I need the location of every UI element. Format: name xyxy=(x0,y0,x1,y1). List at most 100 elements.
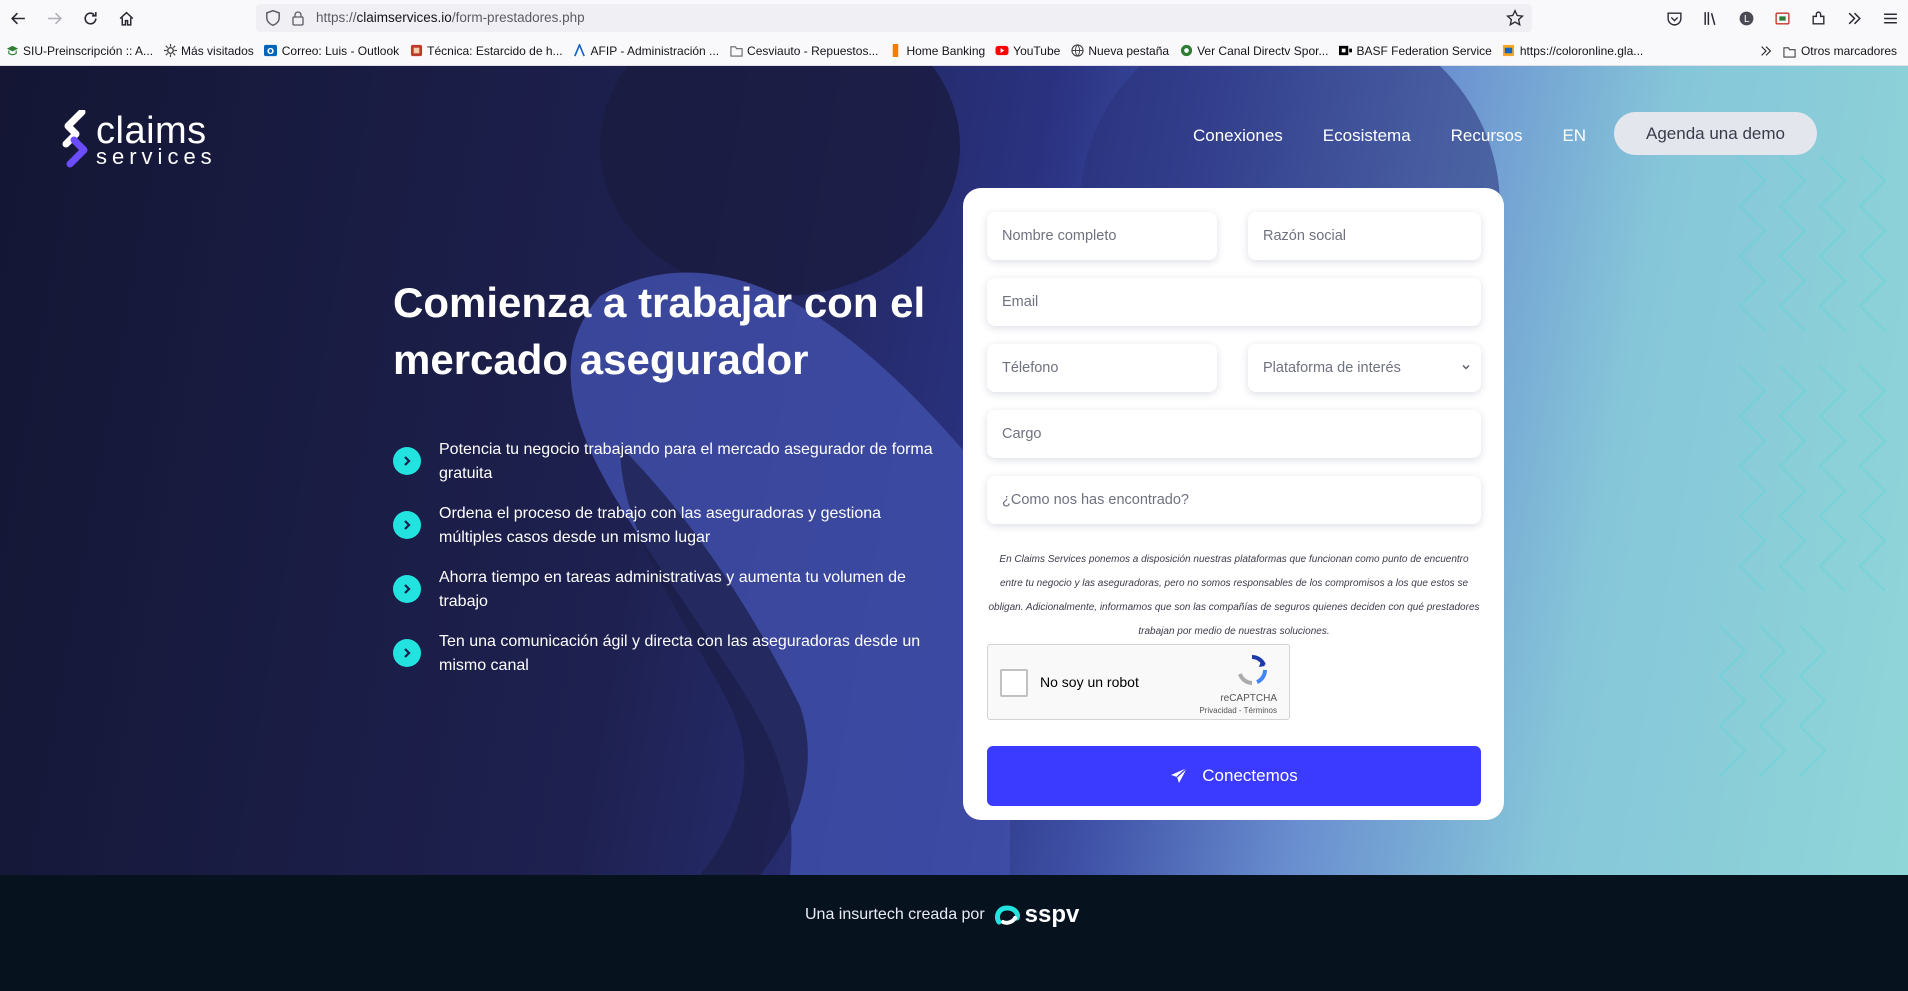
forward-icon[interactable] xyxy=(36,0,72,36)
bookmark-6[interactable]: Home Banking xyxy=(883,36,990,66)
bookmark-label: Ver Canal Directv Spor... xyxy=(1197,43,1329,58)
page-icon xyxy=(1502,44,1516,58)
benefit-item: Potencia tu negocio trabajando para el m… xyxy=(393,438,953,486)
graduation-icon xyxy=(5,44,19,58)
phone-field[interactable]: Télefono xyxy=(987,344,1217,392)
schedule-demo-button[interactable]: Agenda una demo xyxy=(1614,112,1817,155)
bookmarks-overflow-icon[interactable] xyxy=(1754,36,1778,66)
platform-select-value: Plataforma de interés xyxy=(1263,360,1401,376)
browser-right-tools: L xyxy=(1656,0,1908,36)
globe-icon xyxy=(1070,44,1084,58)
company-name-field[interactable]: Razón social xyxy=(1248,212,1481,260)
overflow-chevrons-icon[interactable] xyxy=(1836,0,1872,36)
svg-text:O: O xyxy=(267,46,274,56)
chevron-right-icon xyxy=(393,511,421,539)
logo-mark-icon xyxy=(62,110,88,168)
sspv-logo[interactable]: sspv xyxy=(993,901,1080,929)
footer-made-by: Una insurtech creada por xyxy=(805,906,985,923)
bookmark-label: BASF Federation Service xyxy=(1356,43,1492,58)
bookmark-11[interactable]: https://coloronline.gla... xyxy=(1497,36,1648,66)
nav-conexiones[interactable]: Conexiones xyxy=(1193,126,1283,146)
library-icon[interactable] xyxy=(1692,0,1728,36)
referral-source-field[interactable]: ¿Como nos has encontrado? xyxy=(987,476,1481,524)
main-nav: Conexiones Ecosistema Recursos EN xyxy=(1193,126,1626,146)
submit-label: Conectemos xyxy=(1202,766,1298,785)
email-field[interactable]: Email xyxy=(987,278,1481,326)
bookmark-label: Más visitados xyxy=(181,43,254,58)
bookmark-10[interactable]: BASF Federation Service xyxy=(1333,36,1496,66)
folder-icon xyxy=(1783,44,1797,58)
afip-icon xyxy=(573,44,587,58)
bookmark-label: SIU-Preinscripción :: A... xyxy=(23,43,154,58)
recaptcha-widget: No soy un robot reCAPTCHA Privacidad - T… xyxy=(987,644,1290,720)
recaptcha-checkbox[interactable] xyxy=(1000,669,1028,697)
chevron-right-icon xyxy=(393,575,421,603)
extensions-icon[interactable] xyxy=(1800,0,1836,36)
gear-icon xyxy=(163,44,177,58)
footer-credit: Una insurtech creada por sspv xyxy=(805,901,1079,929)
nav-recursos[interactable]: Recursos xyxy=(1451,126,1523,146)
contact-form-card: Nombre completo Razón social Email Télef… xyxy=(963,188,1504,820)
tracking-shield-icon[interactable] xyxy=(264,9,282,27)
bookmark-3[interactable]: Técnica: Estarcido de h... xyxy=(404,36,567,66)
bookmark-label: YouTube xyxy=(1013,43,1061,58)
bookmark-label: Técnica: Estarcido de h... xyxy=(427,43,563,58)
nav-ecosistema[interactable]: Ecosistema xyxy=(1323,126,1411,146)
hero-section: claims services Conexiones Ecosistema Re… xyxy=(0,66,1908,875)
basf-icon xyxy=(1338,44,1352,58)
benefit-text: Potencia tu negocio trabajando para el m… xyxy=(439,441,933,482)
account-icon[interactable]: L xyxy=(1728,0,1764,36)
full-name-field[interactable]: Nombre completo xyxy=(987,212,1217,260)
bookmark-1[interactable]: Más visitados xyxy=(158,36,259,66)
benefit-item: Ten una comunicación ágil y directa con … xyxy=(393,630,953,678)
bookmark-label: Correo: Luis - Outlook xyxy=(281,43,400,58)
bookmark-label: Nueva pestaña xyxy=(1088,43,1170,58)
url-prefix: https:// xyxy=(316,10,357,25)
bookmark-0[interactable]: SIU-Preinscripción :: A... xyxy=(0,36,158,66)
chevron-right-icon xyxy=(393,447,421,475)
logo-text: claims services xyxy=(96,112,217,168)
other-bookmarks[interactable]: Otros marcadores xyxy=(1778,36,1902,66)
other-bookmarks-label: Otros marcadores xyxy=(1800,44,1897,58)
back-icon[interactable] xyxy=(0,0,36,36)
bookmark-9[interactable]: Ver Canal Directv Spor... xyxy=(1174,36,1333,66)
platform-select[interactable]: Plataforma de interés xyxy=(1248,344,1481,392)
bookmarks-right: Otros marcadores xyxy=(1754,36,1902,66)
page-icon xyxy=(409,44,423,58)
url-domain: claimservices.io xyxy=(356,10,452,25)
bookmark-8[interactable]: Nueva pestaña xyxy=(1065,36,1174,66)
svg-text:L: L xyxy=(1743,14,1749,25)
url-text[interactable]: https://claimservices.io/form-prestadore… xyxy=(316,10,585,25)
benefit-item: Ordena el proceso de trabajo con las ase… xyxy=(393,502,953,550)
background-shapes xyxy=(570,66,1887,875)
role-field[interactable]: Cargo xyxy=(987,410,1481,458)
sspv-brand: sspv xyxy=(1024,901,1080,928)
bookmark-star-icon[interactable] xyxy=(1506,9,1524,27)
outlook-icon: O xyxy=(264,44,278,58)
reload-icon[interactable] xyxy=(72,0,108,36)
recaptcha-links[interactable]: Privacidad - Términos xyxy=(1199,706,1277,715)
url-path: /form-prestadores.php xyxy=(451,10,585,25)
url-bar[interactable]: https://claimservices.io/form-prestadore… xyxy=(256,4,1532,32)
bookmark-7[interactable]: YouTube xyxy=(990,36,1065,66)
benefits-list: Potencia tu negocio trabajando para el m… xyxy=(393,438,953,694)
pocket-icon[interactable] xyxy=(1656,0,1692,36)
claims-services-logo[interactable]: claims services xyxy=(62,110,217,170)
submit-button[interactable]: Conectemos xyxy=(987,746,1481,806)
chevron-right-icon xyxy=(393,639,421,667)
soccer-icon xyxy=(1179,44,1193,58)
bookmark-5[interactable]: Cesviauto - Repuestos... xyxy=(724,36,883,66)
sspv-mark-icon xyxy=(994,905,1020,925)
benefit-text: Ahorra tiempo en tareas administrativas … xyxy=(439,569,906,610)
hamburger-menu-icon[interactable] xyxy=(1872,0,1908,36)
extension-screenshot-icon[interactable] xyxy=(1764,0,1800,36)
lock-icon[interactable] xyxy=(290,9,306,27)
nav-language-en[interactable]: EN xyxy=(1562,126,1586,146)
bookmark-label: https://coloronline.gla... xyxy=(1519,43,1644,58)
chevron-down-icon xyxy=(1462,365,1470,370)
bookmark-label: AFIP - Administración ... xyxy=(590,43,720,58)
bookmark-label: Cesviauto - Repuestos... xyxy=(747,43,879,58)
bookmark-4[interactable]: AFIP - Administración ... xyxy=(568,36,725,66)
home-icon[interactable] xyxy=(108,0,144,36)
bookmark-2[interactable]: O Correo: Luis - Outlook xyxy=(259,36,404,66)
